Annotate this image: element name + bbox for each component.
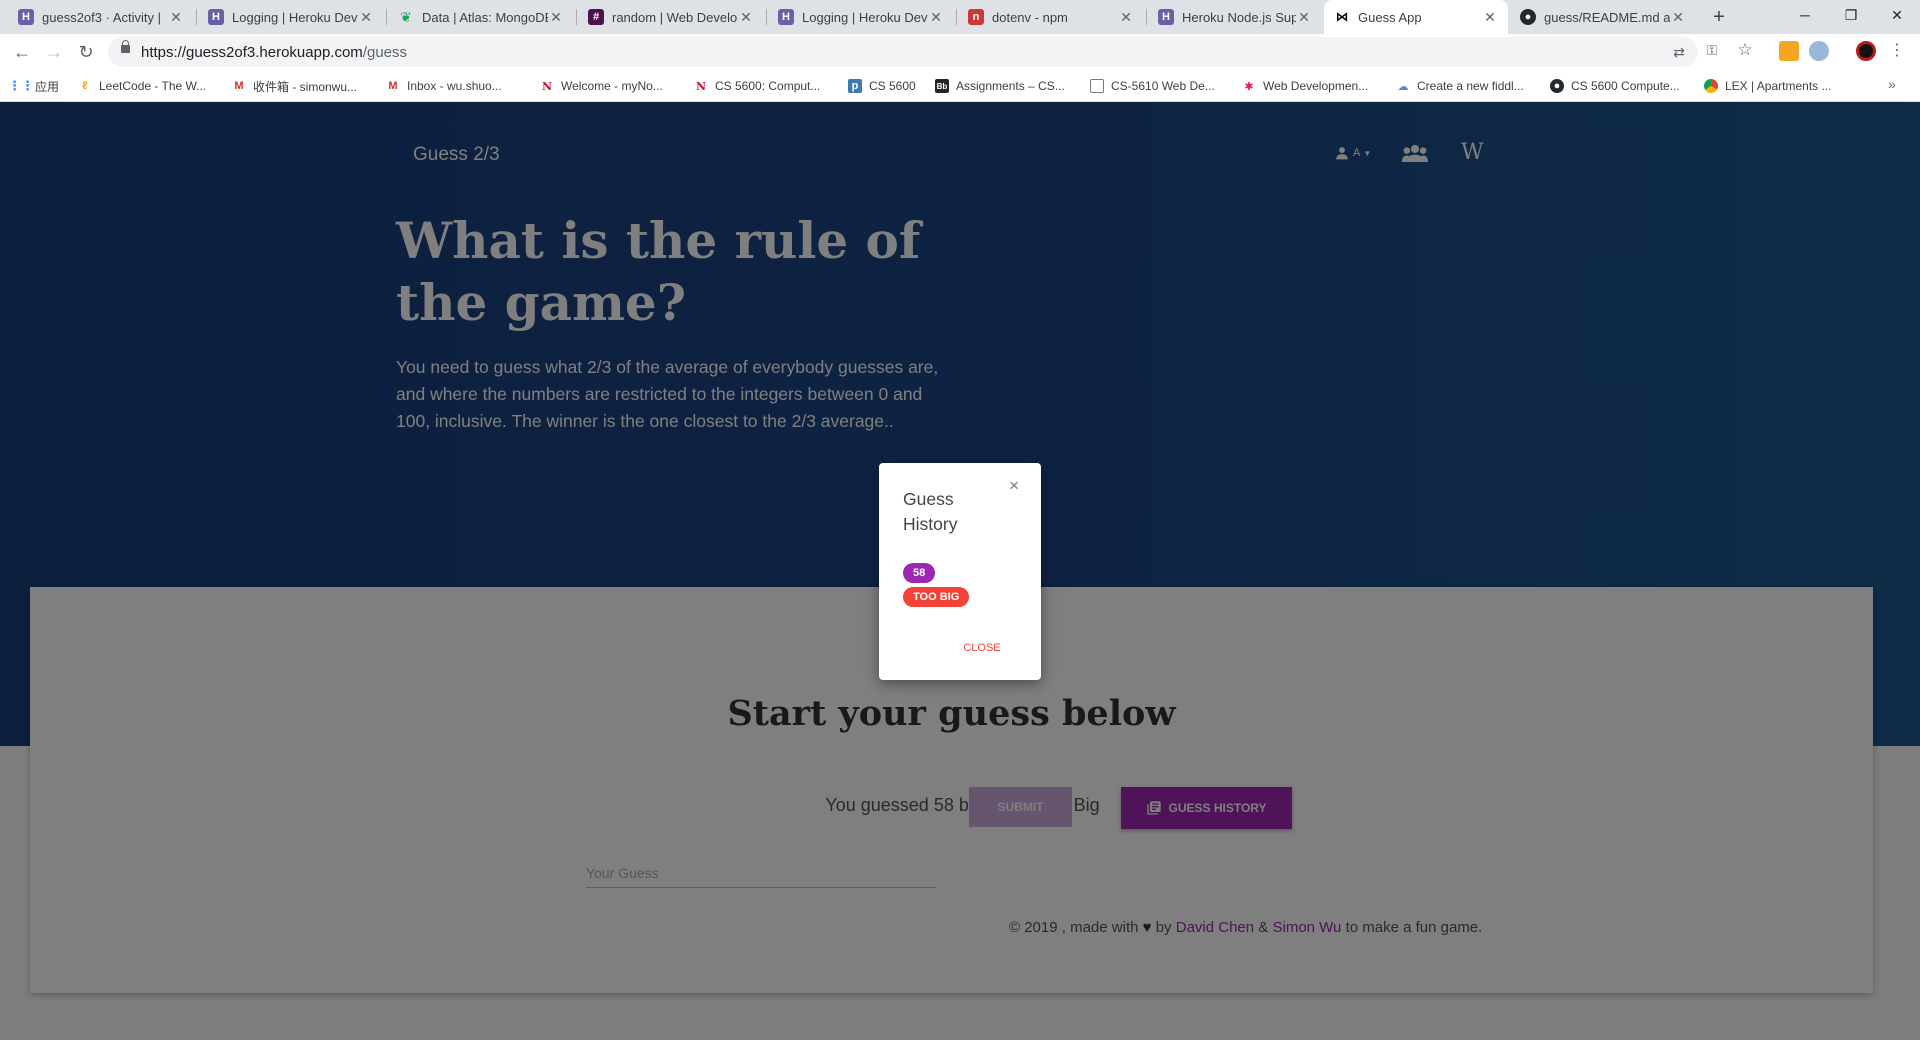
minimize-window-button[interactable]: ─ [1782,0,1828,30]
mongodb-leaf-icon: ❦ [400,8,412,25]
close-icon[interactable]: × [1009,476,1019,496]
close-tab-icon[interactable]: ✕ [1670,9,1686,26]
browser-toolbar: ← → ↻ https://guess2of3.herokuapp.com/gu… [0,34,1920,70]
bookmark-item[interactable]: LEX | Apartments ... [1704,77,1832,95]
modal-title: Guess History [903,489,958,534]
piazza-icon: p [848,79,862,93]
bookmark-item[interactable]: p CS 5600 [848,77,916,95]
northeastern-icon: N [695,79,707,93]
npm-icon: n [968,9,984,25]
address-bar[interactable]: https://guess2of3.herokuapp.com/guess ⇄ [108,37,1698,67]
page-icon [1090,79,1104,93]
browser-tab[interactable]: ❦ Data | Atlas: MongoDB ✕ [388,0,574,34]
bookmark-item[interactable]: CS-5610 Web De... [1090,77,1215,95]
gmail-icon: M [388,80,398,92]
modal-close-button[interactable]: Close [949,637,1015,659]
bookmark-item[interactable]: ⋮⋮ 应用 [8,77,59,95]
restore-window-button[interactable]: ❐ [1828,0,1874,30]
bookmark-item[interactable]: ℓ LeetCode - The W... [78,77,206,95]
bookmark-item[interactable]: ☁ Create a new fiddl... [1396,77,1524,95]
heroku-icon: H [1158,9,1174,25]
star-bookmark-icon[interactable]: ☆ [1736,40,1754,59]
key-icon[interactable]: ⚿ [1703,41,1721,59]
more-bookmarks-icon[interactable]: » [1888,76,1896,92]
close-tab-icon[interactable]: ✕ [928,9,944,26]
blackboard-icon: Bb [935,79,949,93]
react-icon: ⋈ [1335,9,1349,24]
bookmark-item[interactable]: M 收件箱 - simonwu... [232,77,357,95]
apps-grid-icon: ⋮⋮ [8,78,34,93]
back-arrow-icon[interactable]: ← [8,38,36,66]
tab-title: Heroku Node.js Supp [1182,9,1296,25]
url-text: https://guess2of3.herokuapp.com/guess [141,44,408,61]
tab-title: random | Web Develo [612,9,738,25]
tab-title: guess/README.md at [1544,9,1670,25]
bookmark-item[interactable]: Bb Assignments – CS... [935,77,1065,95]
browser-tab[interactable]: H guess2of3 · Activity | ✕ [8,0,194,34]
chrome-icon [1704,79,1718,93]
close-tab-icon[interactable]: ✕ [168,9,184,26]
close-tab-icon[interactable]: ✕ [1118,9,1134,26]
heroku-icon: H [18,9,34,25]
close-tab-icon[interactable]: ✕ [358,9,374,26]
github-icon: ● [1520,9,1536,25]
bookmarks-bar: ⋮⋮ 应用 ℓ LeetCode - The W... M 收件箱 - simo… [0,70,1920,102]
browser-tab[interactable]: # random | Web Develo ✕ [578,0,764,34]
guess-value-badge: 58 [903,563,936,583]
chrome-menu-icon[interactable]: ⋮ [1888,41,1906,59]
extension-icon[interactable] [1809,41,1829,61]
tab-title: Guess App [1358,9,1422,25]
bookmark-item[interactable]: ✱ Web Developmen... [1242,77,1368,95]
tab-title: guess2of3 · Activity | [42,9,161,25]
browser-tab[interactable]: ● guess/README.md at ✕ [1510,0,1696,34]
bookmark-item[interactable]: ● CS 5600 Compute... [1550,77,1680,95]
tab-title: Logging | Heroku Dev [232,9,358,25]
browser-tab-active[interactable]: ⋈ Guess App ✕ [1324,0,1508,34]
tab-title: dotenv - npm [992,9,1068,25]
northeastern-icon: N [541,79,553,93]
bookmark-item[interactable]: N CS 5600: Comput... [694,77,820,95]
extension-off-icon[interactable] [1779,41,1799,61]
bookmark-item[interactable]: M Inbox - wu.shuo... [386,77,501,95]
forward-arrow-icon[interactable]: → [40,38,68,66]
browser-tab[interactable]: H Logging | Heroku Dev ✕ [198,0,384,34]
heroku-icon: H [208,9,224,25]
tab-title: Logging | Heroku Dev [802,9,928,25]
jsfiddle-icon: ☁ [1397,80,1409,93]
translate-icon[interactable]: ⇄ [1670,43,1688,61]
bookmark-item[interactable]: N Welcome - myNo... [540,77,663,95]
close-tab-icon[interactable]: ✕ [548,9,564,26]
tab-title: Data | Atlas: MongoDB [422,9,548,25]
guess-history-modal: × Guess History 58 TOO BIG Close [879,463,1041,680]
browser-tab-strip: H guess2of3 · Activity | ✕ H Logging | H… [0,0,1920,34]
close-window-button[interactable]: ✕ [1874,0,1920,30]
new-tab-button[interactable]: + [1705,0,1733,34]
gmail-icon: M [234,80,244,92]
close-tab-icon[interactable]: ✕ [738,9,754,26]
slack-icon: # [588,9,604,25]
browser-tab[interactable]: H Heroku Node.js Supp ✕ [1148,0,1322,34]
close-tab-icon[interactable]: ✕ [1296,9,1312,26]
close-tab-icon[interactable]: ✕ [1482,9,1498,26]
slack-icon: ✱ [1244,80,1254,93]
profile-avatar[interactable] [1856,41,1876,61]
github-icon: ● [1550,79,1564,93]
reload-icon[interactable]: ↻ [72,38,100,66]
browser-tab[interactable]: H Logging | Heroku Dev ✕ [768,0,954,34]
guess-status-badge: TOO BIG [903,587,970,607]
leetcode-icon: ℓ [82,80,88,92]
browser-tab[interactable]: n dotenv - npm ✕ [958,0,1144,34]
lock-icon [121,40,130,53]
heroku-icon: H [778,9,794,25]
